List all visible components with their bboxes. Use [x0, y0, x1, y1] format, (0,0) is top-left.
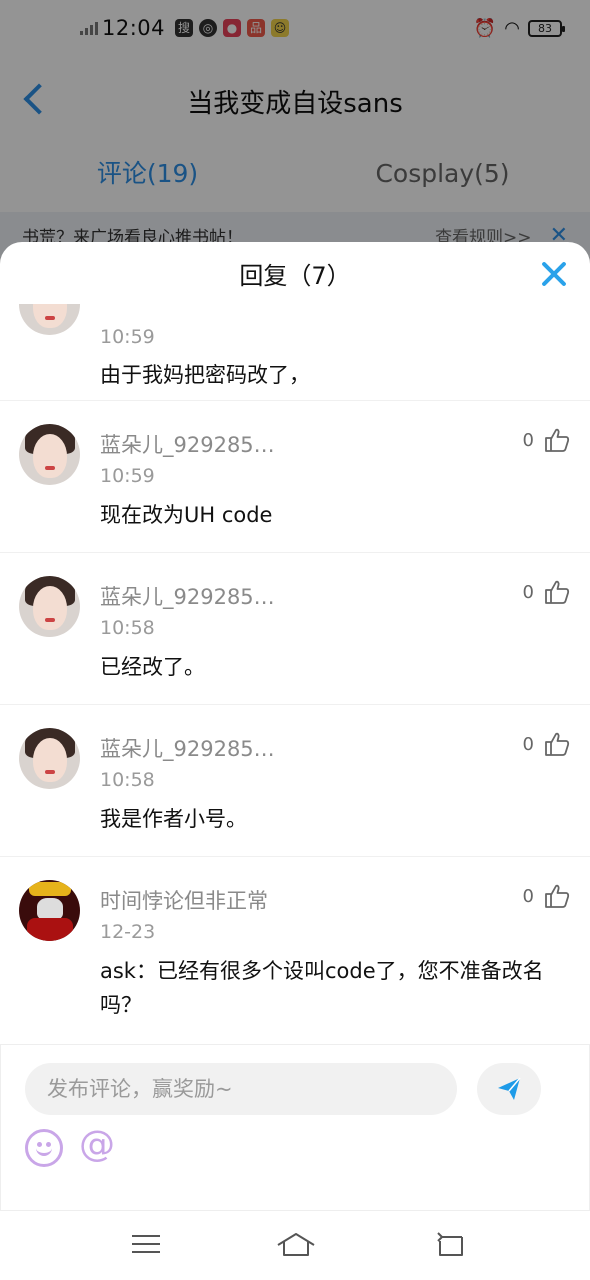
thumbs-up-icon — [545, 884, 570, 908]
home-icon[interactable] — [276, 1229, 316, 1263]
comment-time: 10:58 — [100, 617, 155, 639]
like-count: 0 — [522, 581, 534, 603]
comment-time: 10:59 — [100, 465, 155, 487]
close-icon[interactable] — [540, 260, 568, 288]
system-nav-bar — [0, 1210, 590, 1280]
list-item: 蓝朵儿_929285… 10:58 我是作者小号。 0 — [0, 705, 590, 857]
user-name[interactable]: 蓝朵儿_929285… — [100, 429, 275, 459]
reply-sheet: 回复（7） 10:59 由于我妈把密码改了， 蓝朵儿_929285… 10:59… — [0, 242, 590, 1210]
avatar[interactable] — [19, 304, 80, 335]
comment-text[interactable]: 我是作者小号。 — [100, 802, 564, 836]
comment-time: 12-23 — [100, 921, 156, 943]
sheet-title: 回复（7） — [239, 261, 351, 290]
comment-text[interactable]: 已经改了。 — [100, 650, 564, 684]
like-button[interactable]: 0 — [523, 427, 570, 453]
like-count: 0 — [522, 885, 534, 907]
user-name[interactable]: 蓝朵儿_929285… — [100, 733, 275, 763]
send-icon — [498, 1077, 521, 1100]
comment-text[interactable]: ask：已经有很多个设叫code了，您不准备改名吗？ — [100, 954, 564, 1022]
comment-composer: 发布评论，赢奖励~ @ — [0, 1044, 590, 1210]
comment-text[interactable]: 现在改为UH code — [100, 498, 564, 532]
like-button[interactable]: 0 — [523, 731, 570, 757]
user-name[interactable]: 蓝朵儿_929285… — [100, 581, 275, 611]
avatar[interactable] — [19, 424, 80, 485]
like-button[interactable]: 0 — [523, 883, 570, 909]
list-item: 时间悖论但非正常 12-23 ask：已经有很多个设叫code了，您不准备改名吗… — [0, 857, 590, 1044]
user-name[interactable]: 时间悖论但非正常 — [100, 885, 268, 915]
comment-time: 10:59 — [100, 326, 155, 348]
thumbs-up-icon — [545, 732, 570, 756]
mention-at-icon[interactable]: @ — [79, 1123, 115, 1167]
list-item: 10:59 由于我妈把密码改了， — [0, 304, 590, 401]
menu-icon[interactable] — [132, 1229, 166, 1263]
list-item: 蓝朵儿_929285… 10:59 现在改为UH code 0 — [0, 401, 590, 553]
like-count: 0 — [522, 429, 534, 451]
comment-text[interactable]: 由于我妈把密码改了， — [100, 358, 564, 392]
comment-time: 10:58 — [100, 769, 155, 791]
reply-list[interactable]: 10:59 由于我妈把密码改了， 蓝朵儿_929285… 10:59 现在改为U… — [0, 304, 590, 1044]
send-button[interactable] — [477, 1063, 541, 1115]
comment-input[interactable]: 发布评论，赢奖励~ — [25, 1063, 457, 1115]
thumbs-up-icon — [545, 580, 570, 604]
sheet-header: 回复（7） — [0, 242, 590, 304]
like-button[interactable]: 0 — [523, 579, 570, 605]
thumbs-up-icon — [545, 428, 570, 452]
emoji-icon[interactable] — [25, 1129, 63, 1167]
avatar[interactable] — [19, 728, 80, 789]
list-item: 蓝朵儿_929285… 10:58 已经改了。 0 — [0, 553, 590, 705]
like-count: 0 — [522, 733, 534, 755]
back-icon[interactable] — [432, 1229, 466, 1263]
avatar[interactable] — [19, 880, 80, 941]
avatar[interactable] — [19, 576, 80, 637]
